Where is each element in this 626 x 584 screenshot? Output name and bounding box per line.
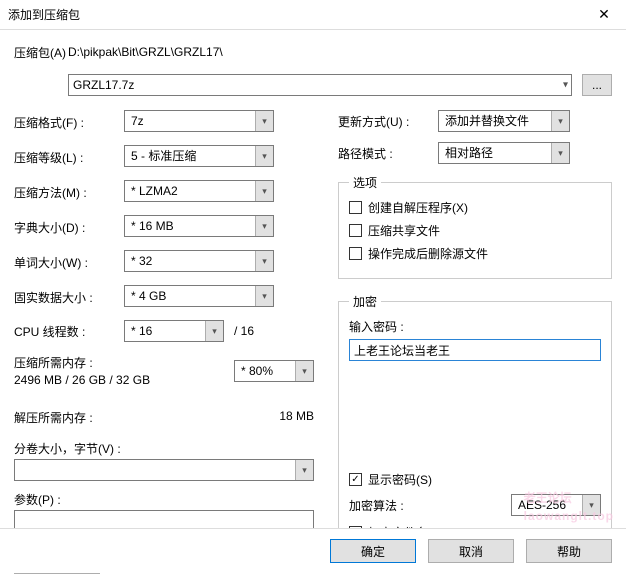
options-legend: 选项 <box>349 174 381 191</box>
enc-method-combo[interactable]: AES-256 ▾ <box>511 494 601 516</box>
chevron-down-icon: ▾ <box>295 460 313 480</box>
cpu-combo[interactable]: * 16 ▾ <box>124 320 224 342</box>
archive-label: 压缩包(A) <box>14 44 68 61</box>
help-button[interactable]: 帮助 <box>526 539 612 563</box>
browse-button[interactable]: ... <box>582 74 612 96</box>
right-column: 更新方式(U) : 添加并替换文件 ▾ 路径模式 : 相对路径 ▾ 选项 创建自… <box>338 110 612 574</box>
method-combo[interactable]: * LZMA2 ▾ <box>124 180 274 202</box>
decomp-label: 解压所需内存 : <box>14 409 93 426</box>
close-icon[interactable]: ✕ <box>590 6 618 23</box>
encryption-legend: 加密 <box>349 293 381 310</box>
ok-button[interactable]: 确定 <box>330 539 416 563</box>
titlebar: 添加到压缩包 ✕ <box>0 0 626 30</box>
comp-mem-combo[interactable]: * 80% ▾ <box>234 360 314 382</box>
delete-checkbox[interactable]: 操作完成后删除源文件 <box>349 245 601 262</box>
update-label: 更新方式(U) : <box>338 113 438 130</box>
dialog-content: 压缩包(A) D:\pikpak\Bit\GRZL\GRZL17\ ▾ ... … <box>0 30 626 584</box>
cancel-button[interactable]: 取消 <box>428 539 514 563</box>
encryption-group: 加密 输入密码 : ✓ 显示密码(S) 加密算法 : AES-256 ▾ ✓ <box>338 293 612 558</box>
left-column: 压缩格式(F) : 7z ▾ 压缩等级(L) : 5 - 标准压缩 ▾ <box>14 110 314 574</box>
chevron-down-icon: ▾ <box>551 111 569 131</box>
archive-path-text: D:\pikpak\Bit\GRZL\GRZL17\ <box>68 45 612 59</box>
chevron-down-icon: ▾ <box>205 321 223 341</box>
password-input[interactable] <box>349 339 601 361</box>
level-label: 压缩等级(L) : <box>14 149 124 166</box>
cpu-label: CPU 线程数 : <box>14 323 124 340</box>
checkbox-icon: ✓ <box>349 473 362 486</box>
window-title: 添加到压缩包 <box>8 6 590 23</box>
path-mode-combo[interactable]: 相对路径 ▾ <box>438 142 570 164</box>
checkbox-icon <box>349 224 362 237</box>
chevron-down-icon: ▾ <box>255 181 273 201</box>
cpu-total: / 16 <box>234 324 254 338</box>
param-label: 参数(P) : <box>14 491 314 508</box>
chevron-down-icon: ▾ <box>582 495 600 515</box>
solid-combo[interactable]: * 4 GB ▾ <box>124 285 274 307</box>
chevron-down-icon: ▾ <box>255 216 273 236</box>
checkbox-icon <box>349 201 362 214</box>
method-label: 压缩方法(M) : <box>14 184 124 201</box>
word-combo[interactable]: * 32 ▾ <box>124 250 274 272</box>
level-combo[interactable]: 5 - 标准压缩 ▾ <box>124 145 274 167</box>
update-combo[interactable]: 添加并替换文件 ▾ <box>438 110 570 132</box>
vol-combo[interactable]: ▾ <box>14 459 314 481</box>
comp-mem-label: 压缩所需内存 : <box>14 354 234 371</box>
word-label: 单词大小(W) : <box>14 254 124 271</box>
chevron-down-icon: ▾ <box>255 111 273 131</box>
format-label: 压缩格式(F) : <box>14 114 124 131</box>
decomp-value: 18 MB <box>279 409 314 426</box>
sfx-checkbox[interactable]: 创建自解压程序(X) <box>349 199 601 216</box>
comp-mem-value: 2496 MB / 26 GB / 32 GB <box>14 373 234 387</box>
chevron-down-icon: ▾ <box>551 143 569 163</box>
dict-combo[interactable]: * 16 MB ▾ <box>124 215 274 237</box>
enc-method-label: 加密算法 : <box>349 497 404 514</box>
path-mode-label: 路径模式 : <box>338 145 438 162</box>
chevron-down-icon: ▾ <box>255 146 273 166</box>
password-label: 输入密码 : <box>349 318 601 335</box>
chevron-down-icon: ▾ <box>295 361 313 381</box>
archive-name-combo[interactable] <box>68 74 572 96</box>
checkbox-icon <box>349 247 362 260</box>
solid-label: 固实数据大小 : <box>14 289 124 306</box>
format-combo[interactable]: 7z ▾ <box>124 110 274 132</box>
options-group: 选项 创建自解压程序(X) 压缩共享文件 操作完成后删除源文件 <box>338 174 612 279</box>
chevron-down-icon: ▾ <box>255 251 273 271</box>
share-checkbox[interactable]: 压缩共享文件 <box>349 222 601 239</box>
vol-label: 分卷大小，字节(V) : <box>14 440 121 457</box>
chevron-down-icon: ▾ <box>255 286 273 306</box>
dict-label: 字典大小(D) : <box>14 219 124 236</box>
dialog-button-bar: 确定 取消 帮助 <box>0 528 626 573</box>
show-password-checkbox[interactable]: ✓ 显示密码(S) <box>349 471 601 488</box>
